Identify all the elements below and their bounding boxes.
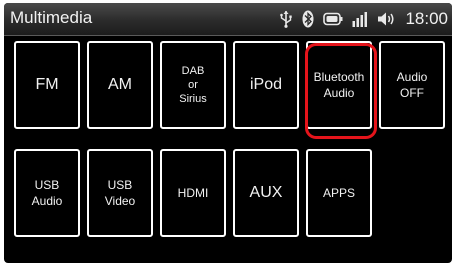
usb-video-label: USB Video [104, 177, 136, 208]
bluetooth-audio-tile[interactable]: Bluetooth Audio [306, 41, 372, 129]
bluetooth-icon [302, 10, 314, 28]
ipod-label: iPod [249, 76, 283, 94]
bluetooth-audio-label: Bluetooth Audio [313, 69, 365, 100]
aux-tile[interactable]: AUX [233, 149, 299, 237]
volume-icon [377, 11, 395, 27]
status-icons: 18:00 [279, 7, 448, 31]
audio-off-label: Audio OFF [396, 69, 428, 100]
hdmi-tile[interactable]: HDMI [160, 149, 226, 237]
signal-icon [352, 11, 368, 27]
multimedia-screen: Multimedia 18:00 FM AM DAB or Sirius iPo… [4, 3, 452, 263]
usb-audio-label: USB Audio [31, 177, 63, 208]
fm-tile[interactable]: FM [14, 41, 80, 129]
am-label: AM [108, 76, 132, 94]
screen-title: Multimedia [10, 8, 93, 27]
status-bar: Multimedia 18:00 [4, 3, 452, 36]
usb-audio-tile[interactable]: USB Audio [14, 149, 80, 237]
dab-sirius-label: DAB or Sirius [179, 64, 207, 106]
audio-off-tile[interactable]: Audio OFF [379, 41, 445, 129]
ipod-tile[interactable]: iPod [233, 41, 299, 129]
battery-icon [323, 12, 343, 26]
apps-label: APPS [322, 185, 355, 200]
usb-video-tile[interactable]: USB Video [87, 149, 153, 237]
dab-sirius-tile[interactable]: DAB or Sirius [160, 41, 226, 129]
am-tile[interactable]: AM [87, 41, 153, 129]
hdmi-label: HDMI [177, 185, 209, 200]
usb-icon [279, 10, 293, 28]
aux-label: AUX [249, 184, 283, 202]
apps-tile[interactable]: APPS [306, 149, 372, 237]
clock: 18:00 [405, 9, 448, 28]
fm-label: FM [35, 76, 59, 94]
